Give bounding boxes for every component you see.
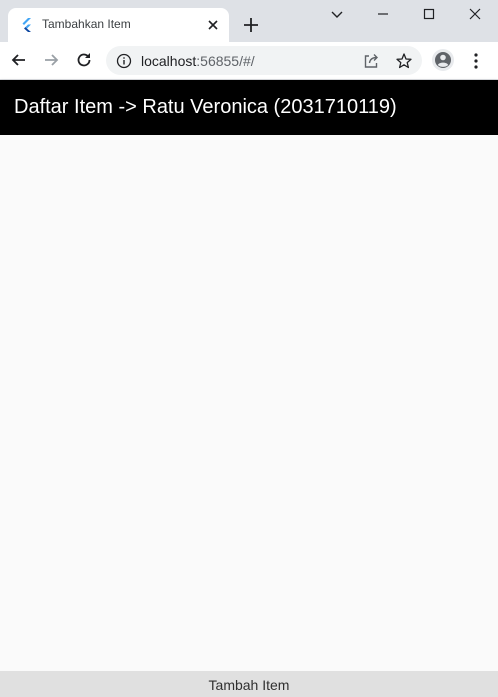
minimize-icon[interactable] <box>373 4 393 24</box>
browser-toolbar: localhost:56855/#/ <box>0 42 498 80</box>
tab-title: Tambahkan Item <box>42 17 131 31</box>
avatar-silhouette-icon <box>435 52 451 68</box>
url-text[interactable]: localhost:56855/#/ <box>141 53 255 69</box>
profile-icon[interactable] <box>432 49 454 71</box>
new-tab-icon[interactable] <box>241 15 261 35</box>
maximize-icon[interactable] <box>419 4 439 24</box>
tab-search-chevron-icon[interactable] <box>327 4 347 24</box>
star-icon[interactable] <box>395 52 413 70</box>
address-bar[interactable]: localhost:56855/#/ <box>106 46 422 75</box>
close-tab-icon[interactable] <box>205 17 221 33</box>
reload-icon[interactable] <box>74 50 94 70</box>
app-bar: Daftar Item -> Ratu Veronica (2031710119… <box>0 80 498 135</box>
forward-arrow-icon[interactable] <box>41 50 61 70</box>
item-list-area <box>0 135 498 671</box>
url-path: :56855/#/ <box>196 53 255 69</box>
browser-tab[interactable]: Tambahkan Item <box>8 8 229 42</box>
kebab-menu-icon[interactable] <box>470 51 482 71</box>
url-host: localhost <box>141 53 197 69</box>
page-title: Daftar Item -> Ratu Veronica (2031710119… <box>14 96 397 118</box>
share-icon[interactable] <box>362 52 380 70</box>
add-item-button[interactable]: Tambah Item <box>0 671 498 697</box>
close-window-icon[interactable] <box>465 4 485 24</box>
back-arrow-icon[interactable] <box>9 50 29 70</box>
tab-strip: Tambahkan Item <box>0 0 498 42</box>
site-info-icon[interactable] <box>116 53 132 69</box>
browser-window: Tambahkan Item localhost:56855/#/ Daftar… <box>0 0 498 697</box>
flutter-logo-icon <box>22 18 31 32</box>
